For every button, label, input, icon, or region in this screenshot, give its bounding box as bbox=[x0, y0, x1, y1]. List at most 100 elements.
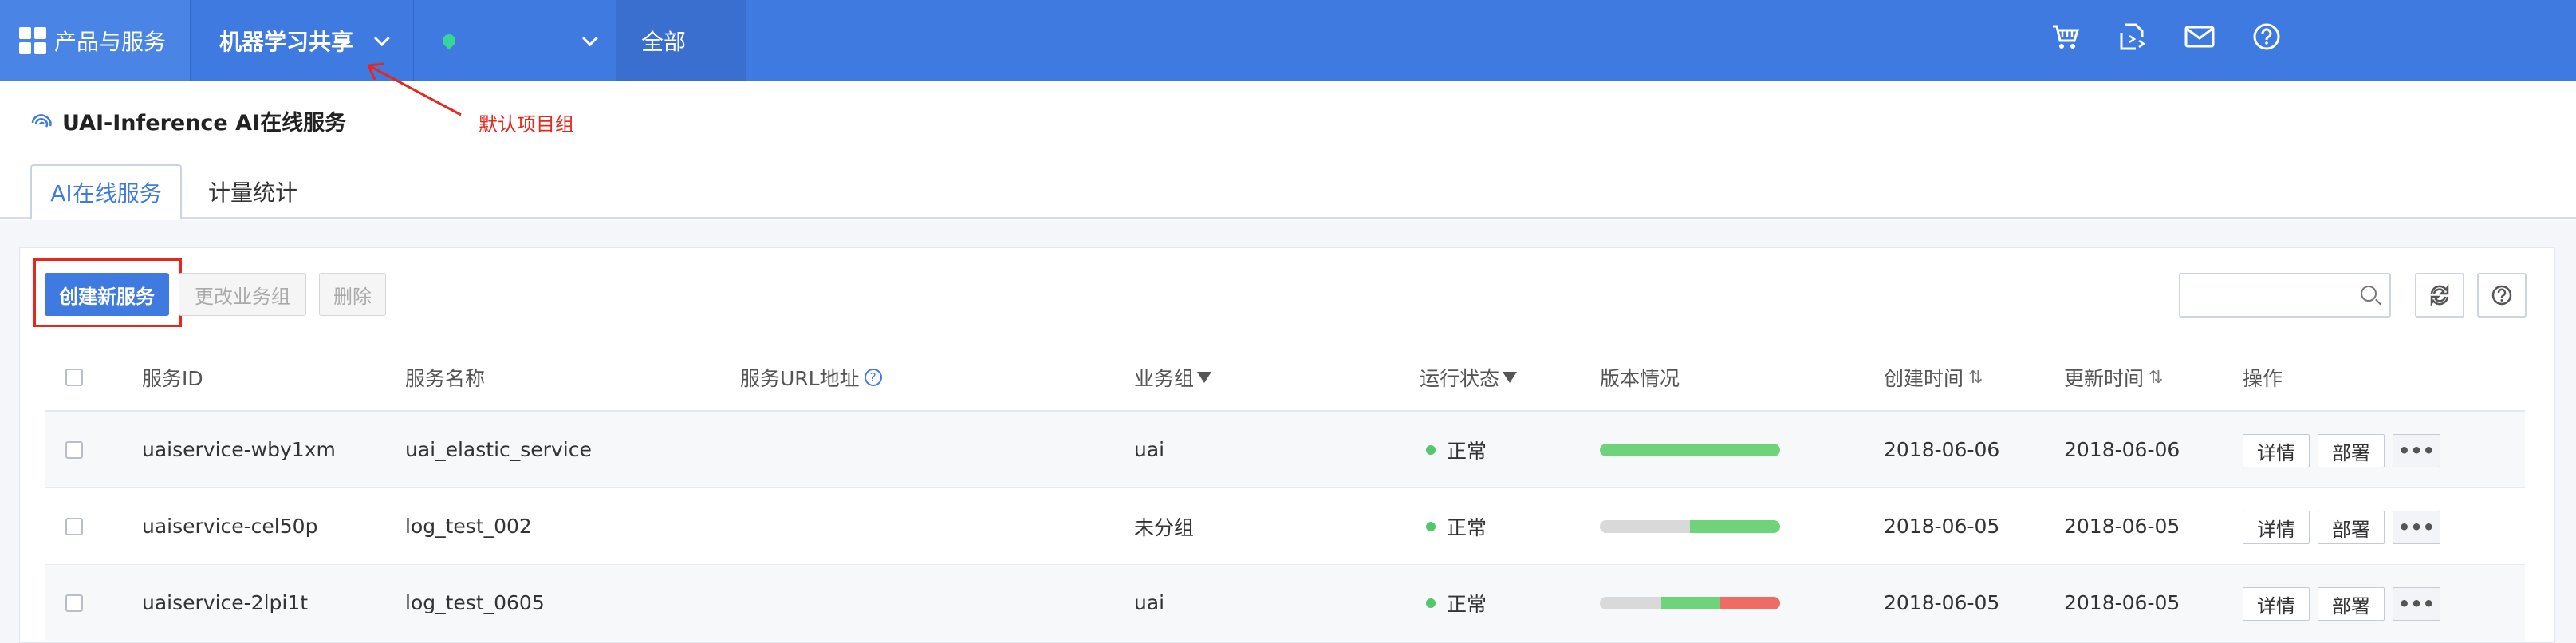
header-service-url: 服务URL地址 ? bbox=[740, 345, 882, 410]
header-service-name: 服务名称 bbox=[405, 367, 486, 390]
service-id: uaiservice-wby1xm bbox=[142, 438, 336, 461]
search-input[interactable] bbox=[2179, 273, 2391, 318]
topbar-icon-group bbox=[2050, 21, 2283, 53]
transfer-icon[interactable] bbox=[2117, 21, 2149, 53]
version-progress-bar bbox=[1600, 596, 1780, 609]
service-group: 未分组 bbox=[1134, 515, 1195, 539]
delete-button[interactable]: 删除 bbox=[319, 273, 386, 316]
status-dot-icon bbox=[1426, 521, 1436, 531]
version-segment bbox=[1720, 596, 1780, 609]
version-segment bbox=[1690, 519, 1780, 533]
row-checkbox[interactable] bbox=[65, 565, 83, 641]
filter-icon bbox=[1197, 372, 1212, 383]
project-label: 机器学习共享 bbox=[219, 29, 354, 55]
tab-ai-online-service[interactable]: AI在线服务 bbox=[30, 164, 182, 220]
updated-time: 2018-06-05 bbox=[2064, 591, 2180, 614]
refresh-button[interactable] bbox=[2415, 273, 2464, 318]
create-service-button[interactable]: 创建新服务 bbox=[45, 273, 169, 316]
detail-button[interactable]: 详情 bbox=[2243, 587, 2310, 621]
help-icon[interactable] bbox=[2251, 21, 2283, 53]
header-created[interactable]: 创建时间 ⇅ bbox=[1884, 345, 1983, 410]
status-label: 正常 bbox=[1447, 439, 1487, 463]
deploy-button[interactable]: 部署 bbox=[2318, 434, 2385, 467]
grid-icon bbox=[19, 27, 46, 54]
service-id: uaiservice-2lpi1t bbox=[142, 591, 309, 614]
annotation-arrow bbox=[367, 62, 462, 116]
products-label: 产品与服务 bbox=[54, 29, 167, 55]
cart-icon[interactable] bbox=[2050, 21, 2082, 53]
header-status-label: 运行状态 bbox=[1420, 367, 1500, 390]
service-group: uai bbox=[1134, 591, 1165, 614]
header-service-id: 服务ID bbox=[142, 367, 203, 390]
status-label: 正常 bbox=[1447, 515, 1487, 539]
version-segment bbox=[1600, 519, 1690, 533]
service-status: 正常 bbox=[1426, 412, 1487, 487]
mail-icon[interactable] bbox=[2184, 21, 2216, 53]
chevron-down-icon bbox=[373, 30, 390, 47]
location-pin-icon bbox=[439, 31, 459, 50]
select-all-checkbox[interactable] bbox=[65, 345, 83, 410]
header-service-url-label: 服务URL地址 bbox=[740, 367, 860, 390]
sort-icon: ⇅ bbox=[2149, 367, 2164, 388]
version-segment bbox=[1660, 596, 1721, 609]
header-updated-label: 更新时间 bbox=[2064, 367, 2145, 390]
detail-button[interactable]: 详情 bbox=[2243, 511, 2310, 544]
detail-button[interactable]: 详情 bbox=[2243, 434, 2310, 467]
sort-icon: ⇅ bbox=[1968, 367, 1983, 388]
table-row: uaiservice-wby1xm uai_elastic_service uai 正… bbox=[45, 412, 2525, 488]
header-actions: 操作 bbox=[2243, 367, 2283, 390]
version-bar-cell bbox=[1600, 488, 1780, 564]
chevron-down-icon bbox=[581, 30, 598, 47]
row-checkbox[interactable] bbox=[65, 488, 83, 564]
filter-icon bbox=[1503, 372, 1518, 383]
zone-all-label: 全部 bbox=[641, 29, 687, 55]
deploy-button[interactable]: 部署 bbox=[2318, 587, 2385, 621]
version-segment bbox=[1600, 596, 1661, 609]
refresh-icon bbox=[2430, 284, 2449, 306]
updated-time: 2018-06-05 bbox=[2064, 515, 2180, 538]
version-segment bbox=[1600, 443, 1780, 456]
annotation-text: 默认项目组 bbox=[479, 113, 574, 136]
header-status[interactable]: 运行状态 bbox=[1420, 345, 1518, 410]
header-group[interactable]: 业务组 bbox=[1134, 345, 1212, 410]
more-actions-button[interactable]: ••• bbox=[2393, 511, 2440, 544]
status-label: 正常 bbox=[1447, 592, 1487, 616]
service-group: uai bbox=[1134, 438, 1165, 461]
header-version: 版本情况 bbox=[1600, 367, 1680, 390]
tab-bar: AI在线服务 计量统计 bbox=[0, 164, 2576, 220]
version-progress-bar bbox=[1600, 519, 1780, 533]
tab-metering[interactable]: 计量统计 bbox=[185, 164, 321, 219]
change-group-button[interactable]: 更改业务组 bbox=[179, 273, 306, 316]
created-time: 2018-06-05 bbox=[1884, 591, 2000, 614]
more-actions-button[interactable]: ••• bbox=[2393, 434, 2440, 467]
version-bar-cell bbox=[1600, 412, 1780, 487]
table-row: uaiservice-cel50p log_test_002 未分组 正常 2018-0… bbox=[45, 488, 2525, 565]
deploy-button[interactable]: 部署 bbox=[2318, 511, 2385, 544]
table-header: 服务ID 服务名称 服务URL地址 ? 业务组 运行状态 版本情况 创建时间 ⇅… bbox=[45, 345, 2525, 412]
row-checkbox[interactable] bbox=[65, 412, 83, 487]
products-menu[interactable]: 产品与服务 bbox=[0, 0, 190, 81]
zone-all-selector[interactable]: 全部 bbox=[616, 0, 746, 81]
question-icon[interactable]: ? bbox=[864, 369, 882, 386]
header-updated[interactable]: 更新时间 ⇅ bbox=[2064, 345, 2163, 410]
service-name: log_test_002 bbox=[405, 515, 532, 538]
header-created-label: 创建时间 bbox=[1884, 367, 1964, 390]
updated-time: 2018-06-06 bbox=[2064, 438, 2180, 461]
created-time: 2018-06-05 bbox=[1884, 515, 2000, 538]
service-name: uai_elastic_service bbox=[405, 438, 592, 461]
service-status: 正常 bbox=[1426, 488, 1487, 564]
more-actions-button[interactable]: ••• bbox=[2393, 587, 2440, 621]
table-help-button[interactable] bbox=[2477, 273, 2527, 318]
header-group-label: 业务组 bbox=[1134, 367, 1195, 390]
created-time: 2018-06-06 bbox=[1884, 438, 2000, 461]
search-icon bbox=[2361, 286, 2377, 302]
table-row: uaiservice-2lpi1t log_test_0605 uai 正常 2018-… bbox=[45, 565, 2525, 641]
service-status: 正常 bbox=[1426, 565, 1487, 641]
version-progress-bar bbox=[1600, 443, 1780, 456]
page-title-row: UAI-Inference AI在线服务 bbox=[30, 105, 346, 136]
status-dot-icon bbox=[1426, 444, 1436, 455]
service-name: log_test_0605 bbox=[405, 591, 545, 614]
service-id: uaiservice-cel50p bbox=[142, 515, 318, 538]
uai-logo-icon bbox=[31, 113, 52, 128]
page-title: UAI-Inference AI在线服务 bbox=[62, 111, 347, 136]
